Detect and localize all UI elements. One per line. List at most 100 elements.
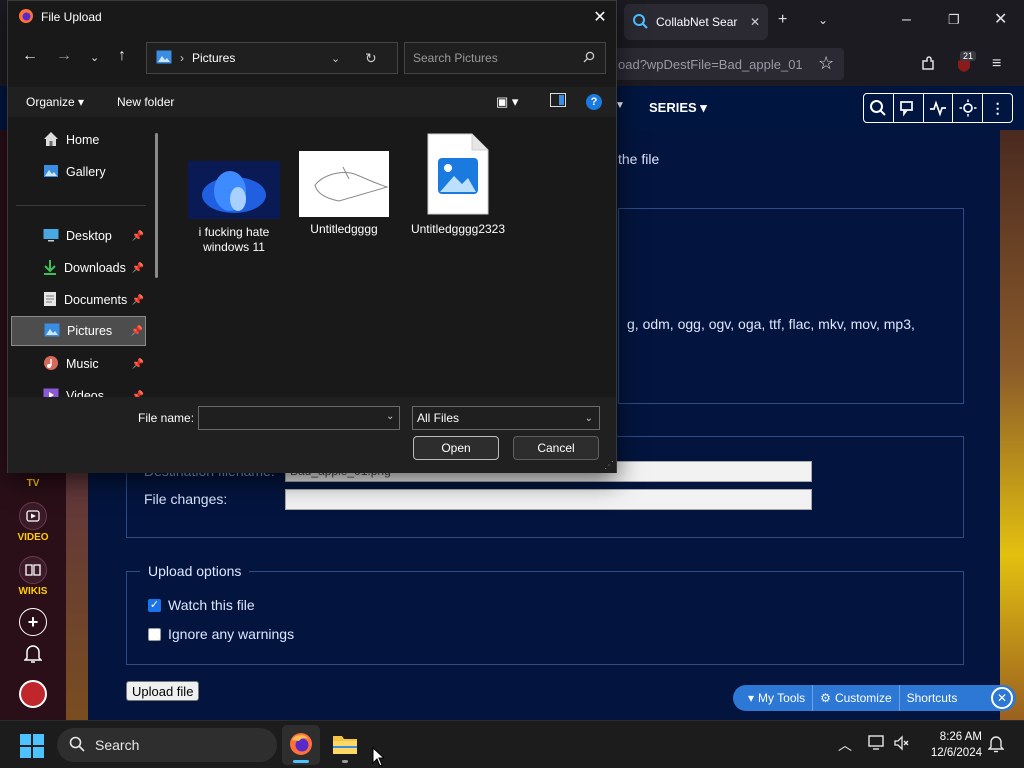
new-tab-icon[interactable]: + — [778, 12, 787, 28]
taskbar-file-explorer[interactable] — [326, 725, 364, 765]
address-dropdown-icon[interactable]: ⌄ — [331, 52, 340, 65]
search-icon[interactable] — [864, 94, 894, 122]
watch-file-option[interactable]: ✓ Watch this file — [148, 597, 255, 613]
volume-muted-icon[interactable] — [894, 735, 910, 754]
restore-window-icon[interactable]: ❐ — [948, 12, 960, 28]
address-bar[interactable]: oad?wpDestFile=Bad_apple_01 — [612, 48, 844, 80]
upload-options-box — [126, 571, 964, 665]
nav-item-music[interactable]: Music 📌 — [11, 349, 146, 379]
pictures-icon — [44, 323, 60, 340]
file-name-dropdown-icon[interactable]: ⌄ — [386, 411, 394, 422]
checkbox-checked[interactable]: ✓ — [148, 598, 161, 612]
triangle-down-icon: ▾ — [748, 691, 755, 705]
rail-notifications[interactable] — [12, 644, 54, 667]
background-art-right — [1000, 130, 1024, 720]
dialog-footer: File name: ⌄ All Files ⌄ Open Cancel ⋰ — [8, 397, 616, 473]
extension-badge: 21 — [960, 51, 977, 61]
preview-pane-icon[interactable] — [550, 93, 566, 110]
nav-item-videos[interactable]: Videos 📌 — [11, 381, 146, 397]
upload-file-button[interactable]: Upload file — [126, 681, 200, 701]
nav-item-home[interactable]: Home — [11, 125, 146, 155]
organize-menu[interactable]: Organize ▾ — [26, 95, 84, 109]
activity-icon[interactable] — [924, 94, 954, 122]
shortcuts-button[interactable]: Shortcuts — [900, 685, 965, 711]
pin-icon[interactable]: 📌 — [132, 359, 144, 370]
file-name-input[interactable] — [198, 406, 400, 430]
taskbar-clock[interactable]: 8:26 AM 12/6/2024 — [912, 729, 982, 761]
nav-item-gallery[interactable]: Gallery — [11, 157, 146, 187]
menu-hamburger-icon[interactable]: ≡ — [992, 56, 1001, 72]
show-hidden-icons-chevron-icon[interactable]: ︿ — [838, 735, 852, 755]
tab-list-chevron-icon[interactable]: ⌄ — [818, 12, 828, 28]
rail-wikis[interactable]: WIKIS — [12, 556, 54, 597]
rail-create[interactable]: + — [12, 608, 54, 638]
open-button[interactable]: Open — [413, 436, 499, 460]
pin-icon[interactable]: 📌 — [132, 231, 144, 242]
file-changes-input[interactable] — [285, 489, 812, 510]
home-icon — [43, 131, 59, 150]
book-icon — [19, 556, 47, 584]
tab-close-icon[interactable]: ✕ — [750, 15, 760, 29]
bookmark-star-icon[interactable]: ☆ — [818, 54, 834, 72]
forward-arrow-icon[interactable]: → — [56, 47, 72, 65]
nav-item-documents[interactable]: Documents 📌 — [11, 285, 146, 315]
notification-bell-icon[interactable] — [987, 735, 1005, 756]
my-tools-button[interactable]: ▾ My Tools — [741, 685, 814, 711]
customize-button[interactable]: ⚙ Customize — [813, 685, 900, 711]
firefox-icon — [18, 8, 34, 27]
file-item[interactable]: Untitledgggg — [292, 151, 396, 237]
dialog-title-bar[interactable]: File Upload — [8, 1, 616, 33]
videos-icon — [43, 388, 59, 397]
more-kebab-icon[interactable]: ⋮ — [983, 94, 1012, 122]
start-windows-icon[interactable] — [20, 734, 44, 758]
pin-icon[interactable]: 📌 — [132, 263, 144, 274]
file-type-filter-select[interactable]: All Files ⌄ — [412, 406, 600, 430]
recent-locations-chevron-icon[interactable]: ⌄ — [90, 51, 99, 64]
nav-item-pictures[interactable]: Pictures 📌 — [11, 316, 146, 346]
dialog-close-icon[interactable]: ✕ — [588, 5, 612, 29]
close-window-icon[interactable]: ✕ — [994, 12, 1007, 28]
wiki-tool-group: ⋮ — [863, 93, 1013, 123]
image-thumbnail — [299, 151, 389, 217]
network-icon[interactable] — [868, 735, 886, 754]
pictures-folder-icon — [156, 50, 172, 67]
dialog-address-bar[interactable]: › Pictures ⌄ ↻ — [146, 42, 398, 74]
rail-avatar[interactable] — [12, 680, 54, 710]
video-icon — [19, 502, 47, 530]
help-icon[interactable]: ? — [586, 94, 602, 110]
nav-item-desktop[interactable]: Desktop 📌 — [11, 221, 146, 251]
up-arrow-icon[interactable]: ↑ — [118, 47, 126, 65]
pin-icon[interactable]: 📌 — [132, 295, 144, 306]
file-item[interactable]: i fucking hate windows 11 — [182, 161, 286, 255]
back-arrow-icon[interactable]: ← — [22, 47, 38, 65]
extensions-icon[interactable] — [920, 56, 936, 76]
toolbar-close-icon[interactable]: ✕ — [991, 687, 1013, 709]
nav-series[interactable]: SERIES ▾ — [649, 100, 707, 116]
checkbox-unchecked[interactable] — [148, 627, 161, 641]
theme-sun-icon[interactable] — [953, 94, 984, 122]
taskbar-firefox[interactable] — [282, 725, 320, 765]
dialog-search-input[interactable]: Search Pictures — [404, 42, 606, 74]
nav-pane-scrollbar[interactable] — [155, 133, 158, 278]
search-icon — [583, 51, 595, 66]
nav-item-downloads[interactable]: Downloads 📌 — [11, 253, 146, 283]
new-folder-button[interactable]: New folder — [117, 95, 174, 109]
refresh-icon[interactable]: ↻ — [365, 50, 377, 67]
cancel-button[interactable]: Cancel — [513, 436, 599, 460]
ignore-warnings-label: Ignore any warnings — [168, 626, 295, 642]
discussions-icon[interactable] — [894, 94, 924, 122]
dialog-command-bar: Organize ▾ New folder ▣ ▾ ? — [8, 87, 616, 117]
taskbar-search[interactable]: Search — [57, 728, 277, 762]
rail-tv-label: TV — [26, 478, 40, 489]
rail-video[interactable]: VIDEO — [12, 502, 54, 543]
browser-tab[interactable]: CollabNet Sear ✕ — [624, 4, 768, 40]
change-view-icon[interactable]: ▣ ▾ — [496, 94, 518, 110]
gear-icon: ⚙ — [820, 691, 831, 705]
minimize-window-icon[interactable]: – — [902, 12, 911, 28]
resize-grip-icon[interactable]: ⋰ — [604, 460, 614, 471]
rail-tv[interactable]: TV — [12, 478, 54, 489]
search-icon — [69, 736, 85, 755]
pin-icon[interactable]: 📌 — [131, 326, 143, 337]
ignore-warnings-option[interactable]: Ignore any warnings — [148, 626, 294, 642]
file-item[interactable]: Untitledgggg2323 — [406, 132, 510, 237]
